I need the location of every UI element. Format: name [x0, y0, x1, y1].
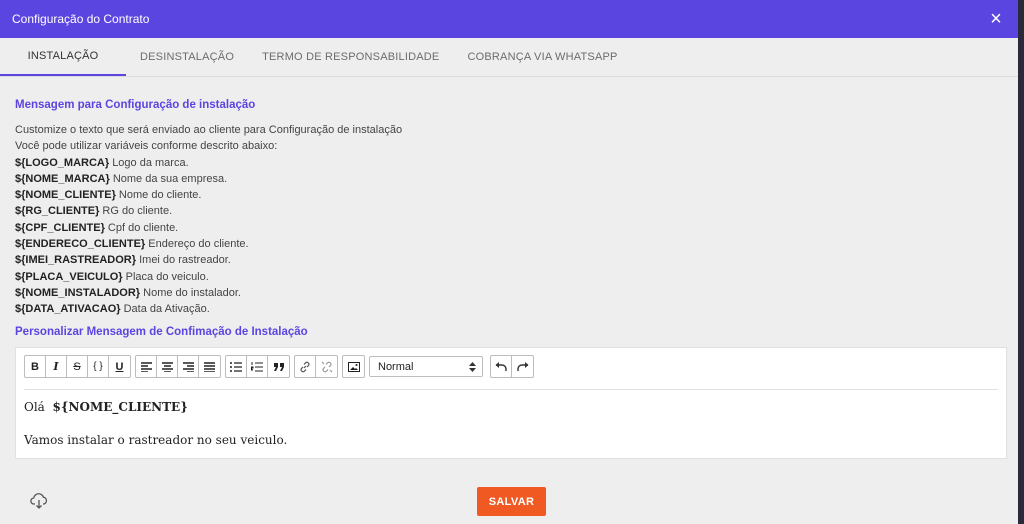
heading-select[interactable]: Normal: [369, 356, 483, 378]
format-group: B I S { } U: [24, 355, 131, 379]
variable-name: ${NOME_MARCA}: [15, 172, 110, 185]
variable-item: ${NOME_CLIENTE} Nome do cliente.: [15, 187, 1003, 203]
bold-button[interactable]: B: [25, 356, 46, 378]
list-group: [225, 355, 290, 379]
link-icon[interactable]: [295, 356, 316, 378]
variable-item: ${IMEI_RASTREADOR} Imei do rastreador.: [15, 252, 1003, 268]
bold-label: B: [31, 360, 39, 373]
variable-name: ${RG_CLIENTE}: [15, 205, 100, 218]
editor-paragraph: Olá ${NOME_CLIENTE}: [24, 400, 287, 414]
variable-name: ${DATA_ATIVACAO}: [15, 303, 121, 316]
backdrop: [1018, 0, 1024, 524]
variable-name: ${ENDERECO_CLIENTE}: [15, 238, 146, 251]
variable-name: ${PLACA_VEICULO}: [15, 270, 123, 283]
toolbar-divider: [24, 388, 998, 390]
rich-text-editor: B I S { } U Normal Olá ${NOME_CLIENTE} V…: [15, 346, 1007, 459]
modal-header: Configuração do Contrato ×: [0, 0, 1018, 38]
variable-item: ${NOME_MARCA} Nome da sua empresa.: [15, 171, 1003, 187]
align-justify-icon[interactable]: [199, 356, 220, 377]
link-group: [294, 355, 338, 379]
variable-item: ${DATA_ATIVACAO} Data da Ativação.: [15, 301, 1003, 317]
tab-instalacao[interactable]: INSTALAÇÃO: [0, 38, 126, 76]
description-line: Você pode utilizar variáveis conforme de…: [15, 140, 278, 153]
history-group: [490, 355, 534, 379]
align-center-icon[interactable]: [157, 356, 178, 378]
description: Customize o texto que será enviado ao cl…: [15, 122, 1003, 318]
heading-select-value: Normal: [378, 360, 414, 373]
modal-title: Configuração do Contrato: [12, 12, 150, 26]
underline-button[interactable]: U: [109, 356, 130, 377]
variable-desc: Cpf do cliente.: [107, 221, 179, 234]
strike-label: S: [73, 360, 81, 373]
italic-button[interactable]: I: [46, 356, 67, 378]
tab-bar: INSTALAÇÃO DESINSTALAÇÃO TERMO DE RESPON…: [0, 38, 1018, 77]
variable-name: ${NOME_CLIENTE}: [15, 189, 116, 202]
code-label: { }: [93, 361, 103, 373]
variable-desc: Nome do instalador.: [143, 286, 241, 299]
strikethrough-button[interactable]: S: [67, 356, 88, 378]
variable-desc: Placa do veiculo.: [125, 270, 209, 283]
image-icon[interactable]: [343, 356, 364, 377]
variable-desc: Nome do cliente.: [118, 189, 202, 202]
variable-name: ${LOGO_MARCA}: [15, 156, 110, 169]
section-title: Mensagem para Configuração de instalação: [15, 99, 256, 111]
variable-desc: RG do cliente.: [102, 205, 173, 218]
variable-item: ${PLACA_VEICULO} Placa do veiculo.: [15, 269, 1003, 285]
save-button[interactable]: SALVAR: [477, 487, 546, 516]
align-left-icon[interactable]: [136, 356, 157, 378]
tab-desinstalacao[interactable]: DESINSTALAÇÃO: [126, 38, 248, 76]
client-variable-text: ${NOME_CLIENTE}: [52, 399, 188, 414]
undo-icon[interactable]: [491, 356, 512, 378]
variable-desc: Nome da sua empresa.: [112, 172, 228, 185]
variable-item: ${CPF_CLIENTE} Cpf do cliente.: [15, 220, 1003, 236]
variable-item: ${NOME_INSTALADOR} Nome do instalador.: [15, 285, 1003, 301]
section-title-customize: Personalizar Mensagem de Confimação de I…: [15, 325, 308, 338]
align-right-icon[interactable]: [178, 356, 199, 378]
numbered-list-icon[interactable]: [247, 356, 268, 378]
italic-label: I: [53, 360, 59, 374]
variable-desc: Imei do rastreador.: [139, 254, 231, 267]
variable-name: ${CPF_CLIENTE}: [15, 221, 105, 234]
variable-item: ${RG_CLIENTE} RG do cliente.: [15, 203, 1003, 219]
description-line: Customize o texto que será enviado ao cl…: [15, 124, 403, 136]
tab-cobranca-whatsapp[interactable]: COBRANÇA VIA WHATSAPP: [453, 38, 631, 76]
redo-icon[interactable]: [512, 356, 533, 377]
tab-content: Mensagem para Configuração de instalação…: [0, 99, 1018, 459]
underline-label: U: [115, 360, 124, 373]
editor-paragraph: Vamos instalar o rastreador no seu veicu…: [24, 432, 288, 447]
editor-content[interactable]: Olá ${NOME_CLIENTE} Vamos instalar o ras…: [24, 400, 287, 447]
bullet-list-icon[interactable]: [226, 356, 247, 378]
variable-item: ${LOGO_MARCA} Logo da marca.: [15, 155, 1003, 171]
editor-toolbar: B I S { } U Normal: [16, 348, 1006, 379]
blockquote-icon[interactable]: [268, 356, 289, 377]
modal-footer: SALVAR: [0, 487, 1018, 517]
variable-desc: Logo da marca.: [112, 156, 189, 169]
align-group: [135, 355, 221, 379]
variable-item: ${ENDERECO_CLIENTE} Endereço do cliente.: [15, 236, 1003, 252]
greeting-text: Olá: [24, 399, 45, 414]
variable-name: ${NOME_INSTALADOR}: [15, 286, 141, 299]
cloud-download-icon[interactable]: [30, 492, 48, 510]
select-arrows-icon: [469, 361, 476, 372]
variable-name: ${IMEI_RASTREADOR}: [15, 254, 137, 267]
variable-desc: Data da Ativação.: [123, 303, 210, 316]
contract-config-modal: Configuração do Contrato × INSTALAÇÃO DE…: [0, 0, 1018, 524]
variable-desc: Endereço do cliente.: [148, 238, 249, 251]
unlink-icon[interactable]: [316, 356, 337, 377]
tab-termo-responsabilidade[interactable]: TERMO DE RESPONSABILIDADE: [248, 38, 453, 76]
code-button[interactable]: { }: [88, 356, 109, 378]
close-icon[interactable]: ×: [986, 9, 1006, 29]
image-group: [342, 355, 365, 379]
